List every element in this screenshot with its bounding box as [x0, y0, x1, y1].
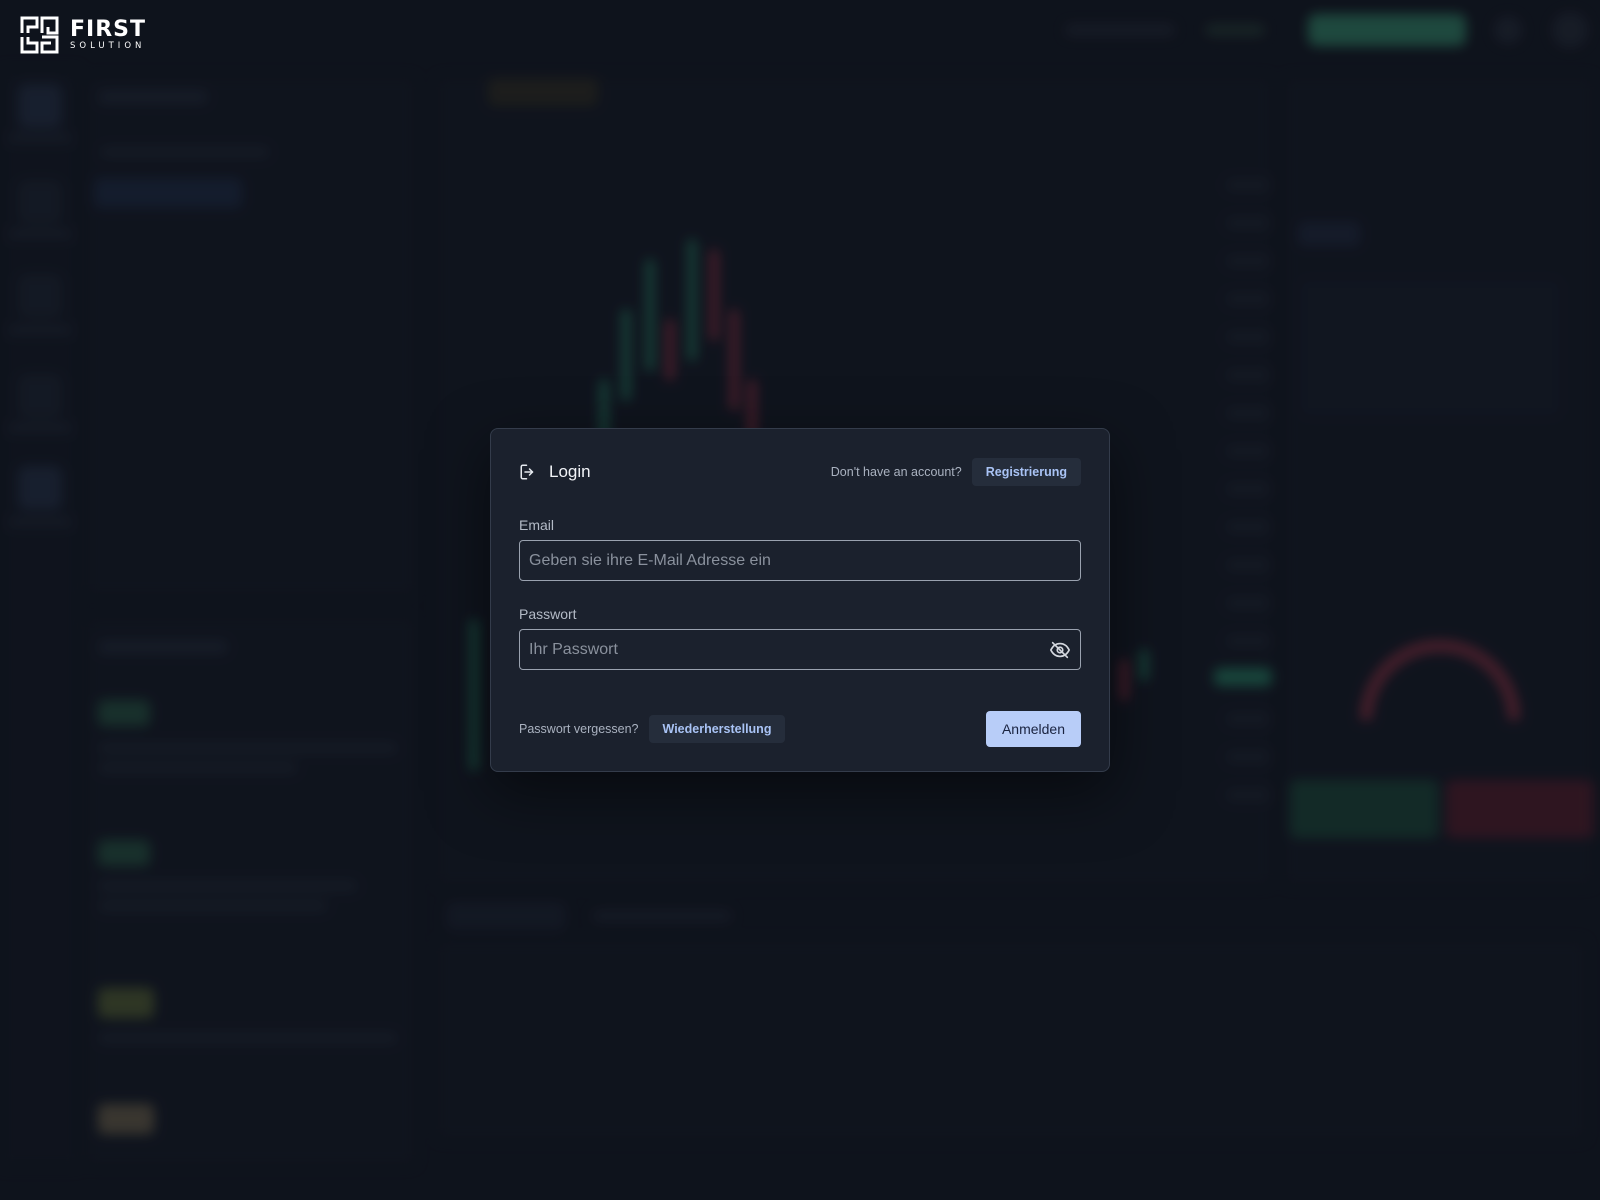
email-label: Email [519, 517, 555, 533]
login-modal-header: Login Don't have an account? Registrieru… [519, 457, 1081, 487]
forgot-password-text: Passwort vergessen? [519, 722, 639, 736]
email-field[interactable] [529, 551, 1071, 570]
logo-mark-icon [20, 16, 59, 54]
password-field-wrapper [519, 629, 1081, 670]
no-account-text: Don't have an account? [830, 465, 962, 479]
login-icon [519, 463, 537, 481]
recover-password-button[interactable]: Wiederherstellung [648, 715, 786, 743]
logo-name: FIRST [70, 17, 147, 43]
logo-tagline: SOLUTION [70, 41, 146, 52]
password-label: Passwort [519, 606, 577, 622]
email-field-wrapper [519, 540, 1081, 581]
register-button[interactable]: Registrierung [971, 458, 1081, 486]
app-header: FIRST SOLUTION [0, 0, 1600, 68]
brand-logo[interactable]: FIRST SOLUTION [19, 15, 146, 55]
eye-off-icon[interactable] [1048, 638, 1071, 662]
password-field[interactable] [529, 640, 1049, 659]
login-title: Login [549, 462, 591, 481]
login-modal: Login Don't have an account? Registrieru… [490, 428, 1110, 772]
register-prompt: Don't have an account? Registrierung [831, 458, 1081, 486]
logo-text: FIRST SOLUTION [70, 19, 146, 51]
login-footer: Passwort vergessen? Wiederherstellung An… [519, 711, 1081, 747]
login-submit-button[interactable]: Anmelden [985, 711, 1081, 747]
